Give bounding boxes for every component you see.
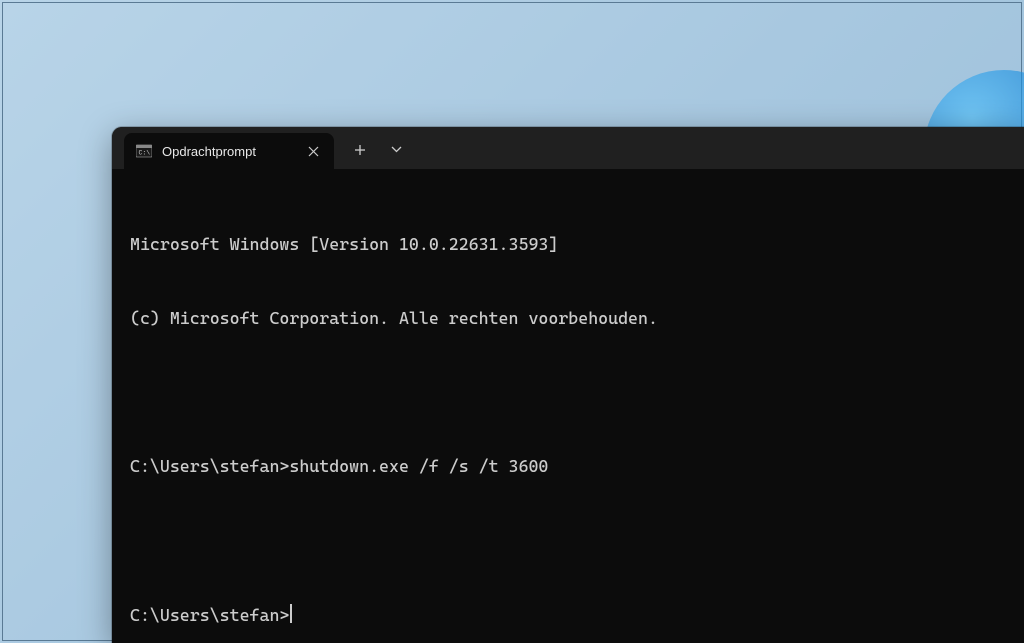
tab-active[interactable]: C:\ Opdrachtprompt bbox=[124, 133, 334, 169]
cmd-icon: C:\ bbox=[136, 143, 152, 159]
terminal-output[interactable]: Microsoft Windows [Version 10.0.22631.35… bbox=[112, 169, 1024, 643]
new-tab-button[interactable] bbox=[342, 132, 378, 168]
command-line-1: C:\Users\stefan>shutdown.exe /f /s /t 36… bbox=[130, 454, 1006, 479]
close-icon bbox=[308, 146, 319, 157]
tab-title: Opdrachtprompt bbox=[162, 144, 278, 159]
text-cursor bbox=[290, 604, 292, 623]
chevron-down-icon bbox=[391, 146, 402, 153]
plus-icon bbox=[354, 144, 366, 156]
svg-text:C:\: C:\ bbox=[139, 150, 151, 157]
prompt-path: C:\Users\stefan> bbox=[130, 454, 289, 479]
copyright-line: (c) Microsoft Corporation. Alle rechten … bbox=[130, 306, 1006, 331]
command-line-2: C:\Users\stefan> bbox=[130, 602, 1006, 628]
tab-dropdown-button[interactable] bbox=[378, 132, 414, 168]
blank-line bbox=[130, 528, 1006, 553]
entered-command: shutdown.exe /f /s /t 3600 bbox=[289, 454, 548, 479]
blank-line bbox=[130, 380, 1006, 405]
prompt-path: C:\Users\stefan> bbox=[130, 603, 289, 628]
tab-close-button[interactable] bbox=[302, 140, 324, 162]
tab-actions bbox=[334, 127, 414, 169]
version-line: Microsoft Windows [Version 10.0.22631.35… bbox=[130, 232, 1006, 257]
window-titlebar[interactable]: C:\ Opdrachtprompt bbox=[112, 127, 1024, 169]
terminal-window: C:\ Opdrachtprompt bbox=[112, 127, 1024, 643]
